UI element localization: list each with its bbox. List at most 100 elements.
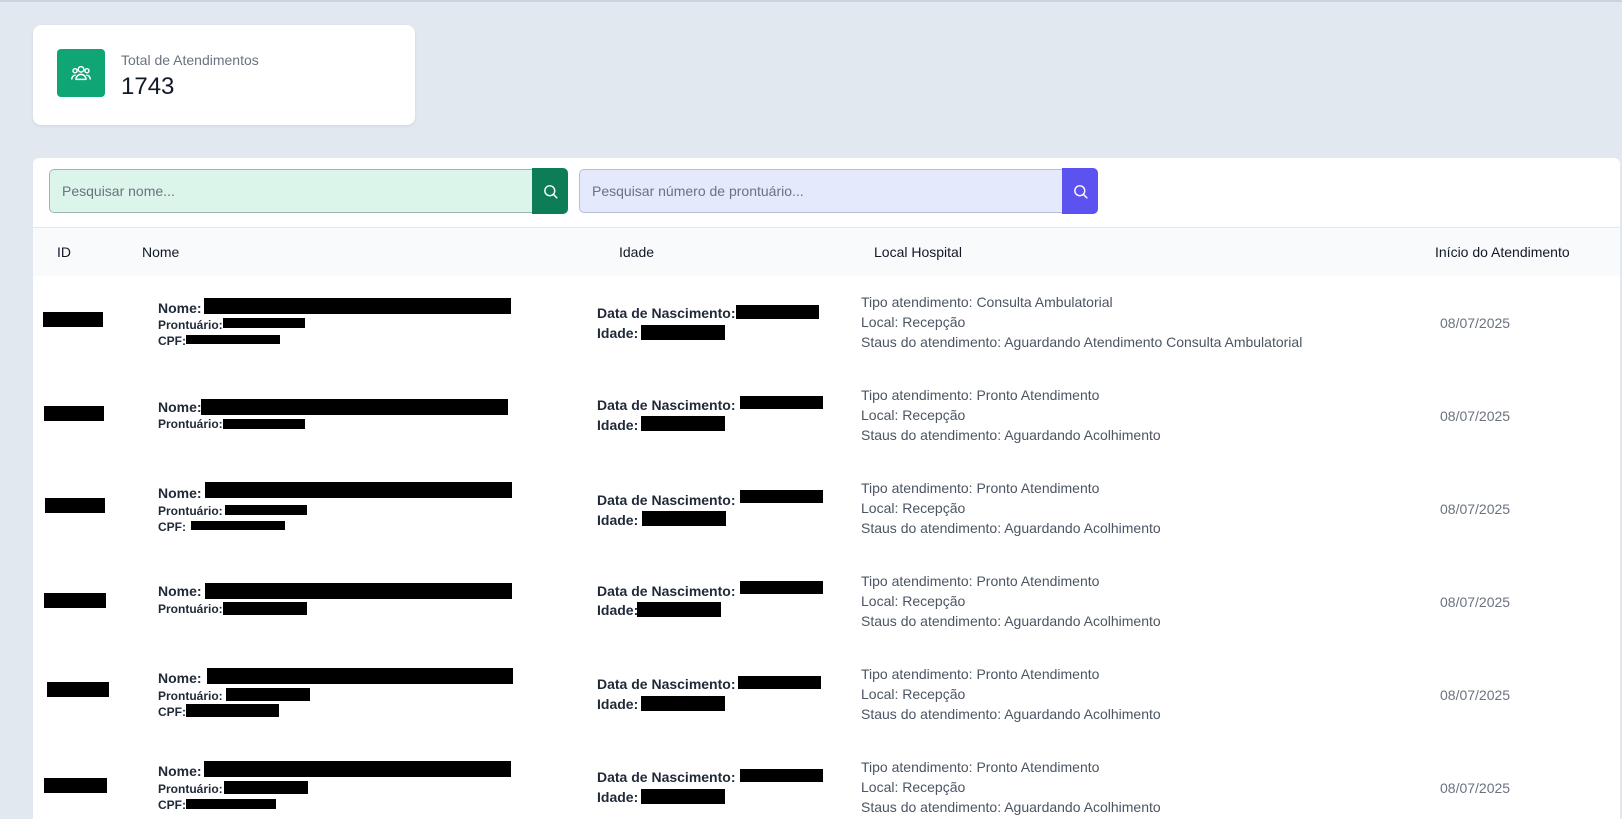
table-row[interactable]: Nome: Prontuário: Data de Nascimento: Id… — [33, 555, 1620, 649]
nascimento-label: Data de Nascimento: — [597, 492, 736, 508]
redacted-prontuario — [226, 688, 310, 701]
stat-value: 1743 — [121, 73, 175, 100]
status-atendimento: Staus do atendimento: Aguardando Acolhim… — [861, 520, 1161, 536]
nascimento-label: Data de Nascimento: — [597, 305, 736, 321]
name-search-button[interactable] — [532, 168, 568, 214]
prontuario-search-group — [579, 168, 1098, 215]
status-atendimento: Staus do atendimento: Aguardando Acolhim… — [861, 799, 1161, 815]
redacted-prontuario — [225, 505, 307, 515]
prontuario-label: Prontuário: — [158, 504, 223, 518]
nome-label: Nome: — [158, 583, 202, 599]
search-icon — [1073, 184, 1088, 199]
redacted-prontuario — [223, 419, 305, 429]
nome-label: Nome: — [158, 670, 202, 686]
column-header-idade[interactable]: Idade — [619, 244, 654, 260]
tipo-atendimento: Tipo atendimento: Pronto Atendimento — [861, 573, 1100, 589]
idade-label: Idade: — [597, 789, 639, 805]
idade-label: Idade: — [597, 602, 639, 618]
redacted-prontuario — [223, 602, 307, 615]
redacted-nome — [205, 482, 512, 498]
cpf-label: CPF: — [158, 705, 186, 719]
nome-label: Nome: — [158, 399, 202, 415]
inicio-atendimento: 08/07/2025 — [1440, 408, 1511, 424]
redacted-id — [45, 498, 105, 513]
redacted-cpf — [186, 335, 280, 344]
prontuario-search-input[interactable] — [579, 169, 1062, 213]
nome-label: Nome: — [158, 485, 202, 501]
redacted-idade — [641, 325, 725, 340]
users-icon — [57, 49, 105, 97]
local: Local: Recepção — [861, 686, 966, 702]
name-search-input[interactable] — [49, 169, 532, 213]
tipo-atendimento: Tipo atendimento: Pronto Atendimento — [861, 480, 1100, 496]
redacted-cpf — [186, 704, 279, 717]
idade-label: Idade: — [597, 512, 639, 528]
column-header-id[interactable]: ID — [57, 244, 71, 260]
inicio-atendimento: 08/07/2025 — [1440, 315, 1511, 331]
redacted-idade — [642, 511, 726, 526]
table-row[interactable]: Nome: Prontuário: CPF: Data de Nasciment… — [33, 648, 1620, 742]
local: Local: Recepção — [861, 593, 966, 609]
table-row[interactable]: Nome: Prontuário: CPF: Data de Nasciment… — [33, 462, 1620, 556]
nascimento-label: Data de Nascimento: — [597, 769, 736, 785]
total-atendimentos-card: Total de Atendimentos 1743 — [33, 25, 415, 125]
column-header-inicio[interactable]: Início do Atendimento — [1435, 244, 1570, 260]
status-atendimento: Staus do atendimento: Aguardando Acolhim… — [861, 613, 1161, 629]
prontuario-label: Prontuário: — [158, 602, 223, 616]
prontuario-label: Prontuário: — [158, 417, 223, 431]
idade-label: Idade: — [597, 696, 639, 712]
local: Local: Recepção — [861, 779, 966, 795]
redacted-id — [44, 593, 106, 608]
redacted-id — [44, 406, 104, 421]
redacted-nascimento — [740, 581, 823, 594]
column-header-nome[interactable]: Nome — [142, 244, 179, 260]
redacted-idade — [641, 789, 725, 804]
redacted-idade — [641, 696, 725, 711]
redacted-nascimento — [736, 305, 819, 319]
table-row[interactable]: Nome: Prontuário: CPF: Data de Nasciment… — [33, 276, 1620, 370]
redacted-nascimento — [740, 396, 823, 409]
cpf-label: CPF: — [158, 334, 186, 348]
prontuario-label: Prontuário: — [158, 782, 223, 796]
name-search-group — [49, 168, 568, 215]
status-atendimento: Staus do atendimento: Aguardando Acolhim… — [861, 706, 1161, 722]
status-atendimento: Staus do atendimento: Aguardando Atendim… — [861, 334, 1303, 350]
status-atendimento: Staus do atendimento: Aguardando Acolhim… — [861, 427, 1161, 443]
tipo-atendimento: Tipo atendimento: Pronto Atendimento — [861, 387, 1100, 403]
prontuario-label: Prontuário: — [158, 689, 223, 703]
tipo-atendimento: Tipo atendimento: Consulta Ambulatorial — [861, 294, 1113, 310]
nascimento-label: Data de Nascimento: — [597, 583, 736, 599]
nome-label: Nome: — [158, 763, 202, 779]
redacted-nome — [201, 399, 508, 415]
local: Local: Recepção — [861, 314, 966, 330]
table-row[interactable]: Nome: Prontuário: CPF: Data de Nasciment… — [33, 741, 1620, 819]
idade-label: Idade: — [597, 325, 639, 341]
cpf-label: CPF: — [158, 520, 186, 534]
redacted-cpf — [191, 521, 285, 530]
redacted-id — [44, 778, 107, 793]
tipo-atendimento: Tipo atendimento: Pronto Atendimento — [861, 666, 1100, 682]
redacted-prontuario — [224, 781, 308, 794]
redacted-nome — [204, 761, 511, 777]
redacted-nome — [204, 298, 511, 314]
nascimento-label: Data de Nascimento: — [597, 676, 736, 692]
atendimentos-panel: ID Nome Idade Local Hospital Início do A… — [33, 158, 1620, 819]
redacted-idade — [641, 416, 725, 431]
inicio-atendimento: 08/07/2025 — [1440, 687, 1511, 703]
nascimento-label: Data de Nascimento: — [597, 397, 736, 413]
search-icon — [543, 184, 558, 199]
redacted-idade — [637, 602, 721, 617]
redacted-nascimento — [740, 490, 823, 503]
top-divider — [0, 0, 1622, 2]
inicio-atendimento: 08/07/2025 — [1440, 501, 1511, 517]
redacted-id — [47, 682, 109, 697]
redacted-nascimento — [740, 769, 823, 782]
redacted-cpf — [186, 799, 276, 809]
prontuario-search-button[interactable] — [1062, 168, 1098, 214]
local: Local: Recepção — [861, 500, 966, 516]
local: Local: Recepção — [861, 407, 966, 423]
cpf-label: CPF: — [158, 798, 186, 812]
column-header-local[interactable]: Local Hospital — [874, 244, 962, 260]
table-row[interactable]: Nome: Prontuário: Data de Nascimento: Id… — [33, 369, 1620, 463]
tipo-atendimento: Tipo atendimento: Pronto Atendimento — [861, 759, 1100, 775]
